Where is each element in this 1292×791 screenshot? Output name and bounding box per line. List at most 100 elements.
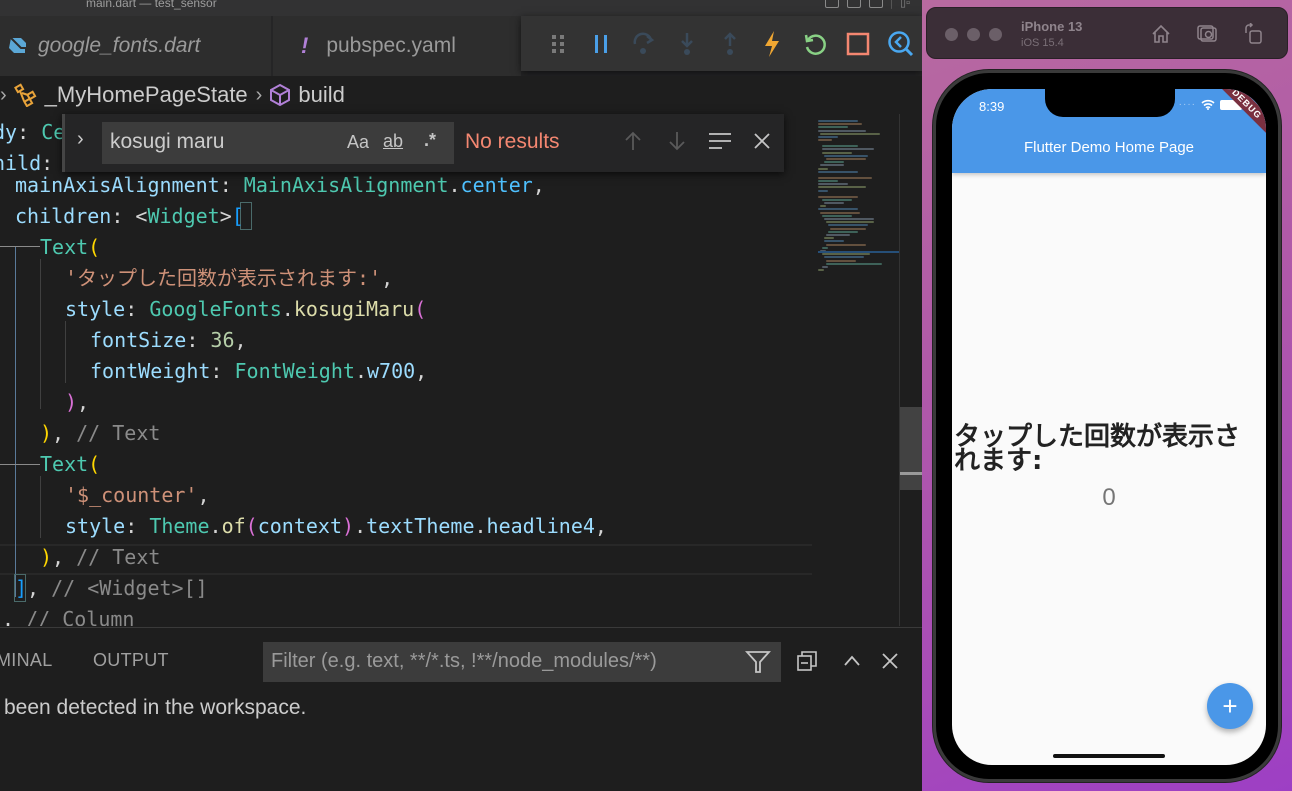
drag-handle[interactable] — [537, 24, 580, 64]
minimap[interactable] — [812, 114, 900, 626]
device-name: iPhone 13 — [1021, 19, 1083, 34]
close-window-button[interactable] — [945, 28, 958, 41]
code-editor[interactable]: dy: Ce hild: mainAxisAlignment: MainAxis… — [0, 114, 812, 626]
code-line: mainAxisAlignment: MainAxisAlignment.cen… — [15, 173, 545, 197]
whole-word-toggle[interactable]: ab — [383, 131, 403, 152]
match-case-toggle[interactable]: Aa — [347, 132, 369, 153]
arrow-up-icon — [625, 131, 641, 150]
minimap-line — [824, 237, 834, 240]
minimap-line — [820, 132, 880, 135]
layout-controls: ▯▫ — [825, 0, 910, 9]
hot-restart-button[interactable] — [794, 24, 837, 64]
minimap-line — [824, 202, 844, 204]
breadcrumb-item-class[interactable]: _MyHomePageState — [13, 82, 248, 108]
minimap-line — [818, 129, 866, 132]
toggle-secondary-sidebar-icon[interactable] — [869, 0, 884, 8]
device-os: iOS 15.4 — [1021, 37, 1064, 49]
code-line: 'タップした回数が表示されます:', — [65, 266, 394, 290]
editor-scrollbar[interactable] — [899, 114, 922, 626]
code-line: Text( — [40, 235, 101, 259]
toggle-replace-chevron-icon[interactable]: › — [77, 128, 84, 151]
counter-value: 0 — [1102, 484, 1116, 511]
minimap-line — [818, 120, 858, 122]
tab-label: google_fonts.dart — [38, 34, 201, 57]
scrollbar-thumb[interactable] — [900, 407, 922, 490]
minimize-window-button[interactable] — [967, 28, 980, 41]
next-match-button[interactable] — [662, 126, 692, 156]
close-icon — [882, 653, 898, 669]
simulator-toolbar: iPhone 13 iOS 15.4 — [926, 7, 1288, 59]
signal-icon: ···· — [1178, 99, 1196, 110]
close-icon — [754, 133, 770, 149]
problems-filter-input[interactable]: Filter (e.g. text, **/*.ts, !**/node_mod… — [263, 642, 781, 682]
minimap-line — [818, 195, 858, 198]
window-title: main.dart — test_sensor — [86, 0, 217, 10]
step-into-button[interactable] — [665, 24, 708, 64]
window-controls — [945, 28, 1002, 41]
step-into-icon — [680, 32, 693, 55]
screenshot-button[interactable] — [1195, 22, 1219, 46]
close-panel-button[interactable] — [875, 646, 905, 676]
pause-button[interactable] — [580, 24, 623, 64]
regex-toggle[interactable]: .* — [424, 130, 436, 151]
step-out-button[interactable] — [708, 24, 751, 64]
indent-guide — [40, 259, 41, 409]
filter-icon[interactable] — [745, 649, 771, 675]
find-status: No results — [465, 130, 560, 153]
increment-button[interactable]: + — [1207, 683, 1253, 729]
status-time: 8:39 — [979, 99, 1005, 114]
yaml-warning-icon: ! — [301, 33, 309, 58]
breadcrumb-item-method[interactable]: build — [268, 82, 345, 108]
scrollbar-cursor-marker — [900, 472, 922, 475]
stop-icon — [846, 32, 870, 55]
collapse-all-button[interactable] — [792, 646, 822, 676]
find-input[interactable]: kosugi maru Aa ab .* — [102, 122, 454, 164]
find-in-selection-button[interactable] — [705, 126, 735, 156]
code-line: Text( — [40, 452, 101, 476]
class-icon — [13, 83, 37, 107]
home-button[interactable] — [1149, 22, 1173, 46]
minimap-line — [818, 180, 838, 182]
rotate-button[interactable] — [1241, 22, 1265, 46]
stop-button[interactable] — [836, 24, 879, 64]
minimap-line — [824, 161, 844, 164]
bottom-panel: MINAL OUTPUT Filter (e.g. text, **/*.ts,… — [0, 627, 922, 791]
toggle-sidebar-icon[interactable] — [825, 0, 840, 8]
step-over-button[interactable] — [623, 24, 666, 64]
minimap-line — [818, 208, 858, 211]
minimap-line — [818, 176, 872, 179]
minimap-line — [824, 218, 874, 220]
panel-tab-output[interactable]: OUTPUT — [93, 650, 169, 671]
minimap-line — [822, 214, 852, 217]
tree-connector — [0, 464, 40, 465]
breadcrumb: › _MyHomePageState › build — [0, 76, 922, 114]
customize-layout-icon[interactable]: ▯▫ — [900, 0, 910, 9]
minimap-line — [818, 189, 828, 192]
panel-message: been detected in the workspace. — [4, 696, 307, 719]
minimap-line — [830, 227, 866, 230]
zoom-window-button[interactable] — [989, 28, 1002, 41]
tab-google-fonts-dart[interactable]: google_fonts.dart — [0, 16, 272, 76]
minimap-line — [818, 167, 828, 170]
flutter-inspector-button[interactable] — [879, 24, 922, 64]
indent-guide — [65, 321, 66, 383]
toggle-panel-icon[interactable] — [847, 0, 862, 8]
grip-icon — [552, 34, 565, 53]
previous-match-button[interactable] — [618, 126, 648, 156]
code-line: dy: Ce — [0, 120, 66, 144]
home-icon — [1152, 24, 1170, 43]
minimap-current-line — [818, 251, 900, 253]
minimap-line — [824, 154, 868, 157]
hot-reload-button[interactable] — [751, 24, 794, 64]
minimap-line — [818, 139, 832, 142]
minimap-line — [822, 253, 870, 256]
code-line: ), // Text — [40, 545, 161, 569]
maximize-panel-button[interactable] — [837, 646, 867, 676]
panel-tab-terminal[interactable]: MINAL — [0, 650, 53, 671]
filter-placeholder: Filter (e.g. text, **/*.ts, !**/node_mod… — [271, 650, 657, 672]
iphone-frame: 8:39 ···· Flutter Demo Home Page DEBUG タ… — [933, 70, 1281, 782]
tab-pubspec-yaml[interactable]: ! pubspec.yaml — [273, 16, 521, 76]
ios-simulator: iPhone 13 iOS 15.4 8:39 ···· Flutter Dem… — [922, 0, 1292, 791]
close-find-button[interactable] — [747, 126, 777, 156]
home-indicator[interactable] — [1053, 754, 1165, 758]
